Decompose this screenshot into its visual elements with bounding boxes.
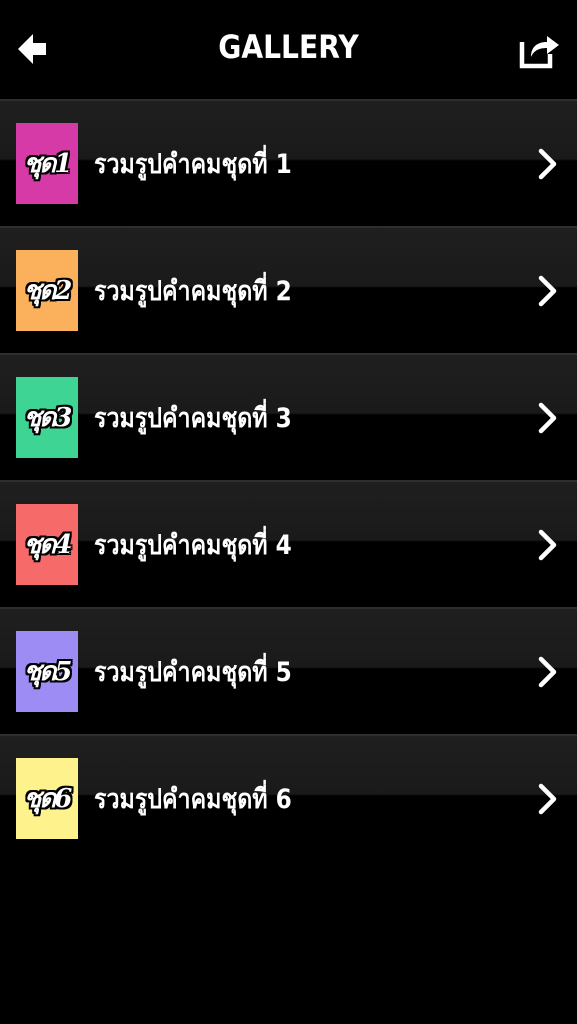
chevron-right-icon bbox=[538, 529, 557, 561]
gallery-row-label: รวมรูปคำคมชุดที่ 3 bbox=[94, 403, 292, 434]
chevron-right-icon bbox=[538, 656, 557, 688]
gallery-row-label: รวมรูปคำคมชุดที่ 1 bbox=[94, 149, 292, 180]
thumbnail-label: ชุด2 bbox=[23, 276, 73, 306]
gallery-row-6[interactable]: ชุด6 รวมรูปคำคมชุดที่ 6 bbox=[0, 734, 577, 861]
gallery-thumbnail: ชุด2 bbox=[16, 250, 78, 331]
thumbnail-label: ชุด6 bbox=[23, 784, 73, 814]
share-icon bbox=[519, 36, 559, 69]
gallery-row-4[interactable]: ชุด4 รวมรูปคำคมชุดที่ 4 bbox=[0, 480, 577, 607]
thumbnail-label: ชุด5 bbox=[23, 657, 73, 687]
gallery-thumbnail: ชุด1 bbox=[16, 123, 78, 204]
gallery-thumbnail: ชุด6 bbox=[16, 758, 78, 839]
thumbnail-label: ชุด3 bbox=[23, 403, 73, 433]
gallery-row-2[interactable]: ชุด2 รวมรูปคำคมชุดที่ 2 bbox=[0, 226, 577, 353]
gallery-row-label: รวมรูปคำคมชุดที่ 2 bbox=[94, 276, 292, 307]
chevron-right-icon bbox=[538, 148, 557, 180]
gallery-row-1[interactable]: ชุด1 รวมรูปคำคมชุดที่ 1 bbox=[0, 99, 577, 226]
gallery-row-label: รวมรูปคำคมชุดที่ 6 bbox=[94, 784, 292, 815]
gallery-thumbnail: ชุด4 bbox=[16, 504, 78, 585]
thumbnail-label: ชุด1 bbox=[23, 149, 73, 179]
thumbnail-label: ชุด4 bbox=[23, 530, 73, 560]
page-title: GALLERY bbox=[218, 28, 359, 66]
gallery-row-5[interactable]: ชุด5 รวมรูปคำคมชุดที่ 5 bbox=[0, 607, 577, 734]
gallery-row-3[interactable]: ชุด3 รวมรูปคำคมชุดที่ 3 bbox=[0, 353, 577, 480]
gallery-list: ชุด1 รวมรูปคำคมชุดที่ 1 ชุด2 รวมรูปคำคมชุดท… bbox=[0, 99, 577, 861]
chevron-right-icon bbox=[538, 783, 557, 815]
share-button[interactable] bbox=[517, 28, 563, 70]
nav-bar: GALLERY bbox=[0, 0, 577, 98]
chevron-right-icon bbox=[538, 402, 557, 434]
gallery-row-label: รวมรูปคำคมชุดที่ 5 bbox=[94, 657, 292, 688]
gallery-thumbnail: ชุด3 bbox=[16, 377, 78, 458]
gallery-thumbnail: ชุด5 bbox=[16, 631, 78, 712]
chevron-right-icon bbox=[538, 275, 557, 307]
gallery-row-label: รวมรูปคำคมชุดที่ 4 bbox=[94, 530, 292, 561]
